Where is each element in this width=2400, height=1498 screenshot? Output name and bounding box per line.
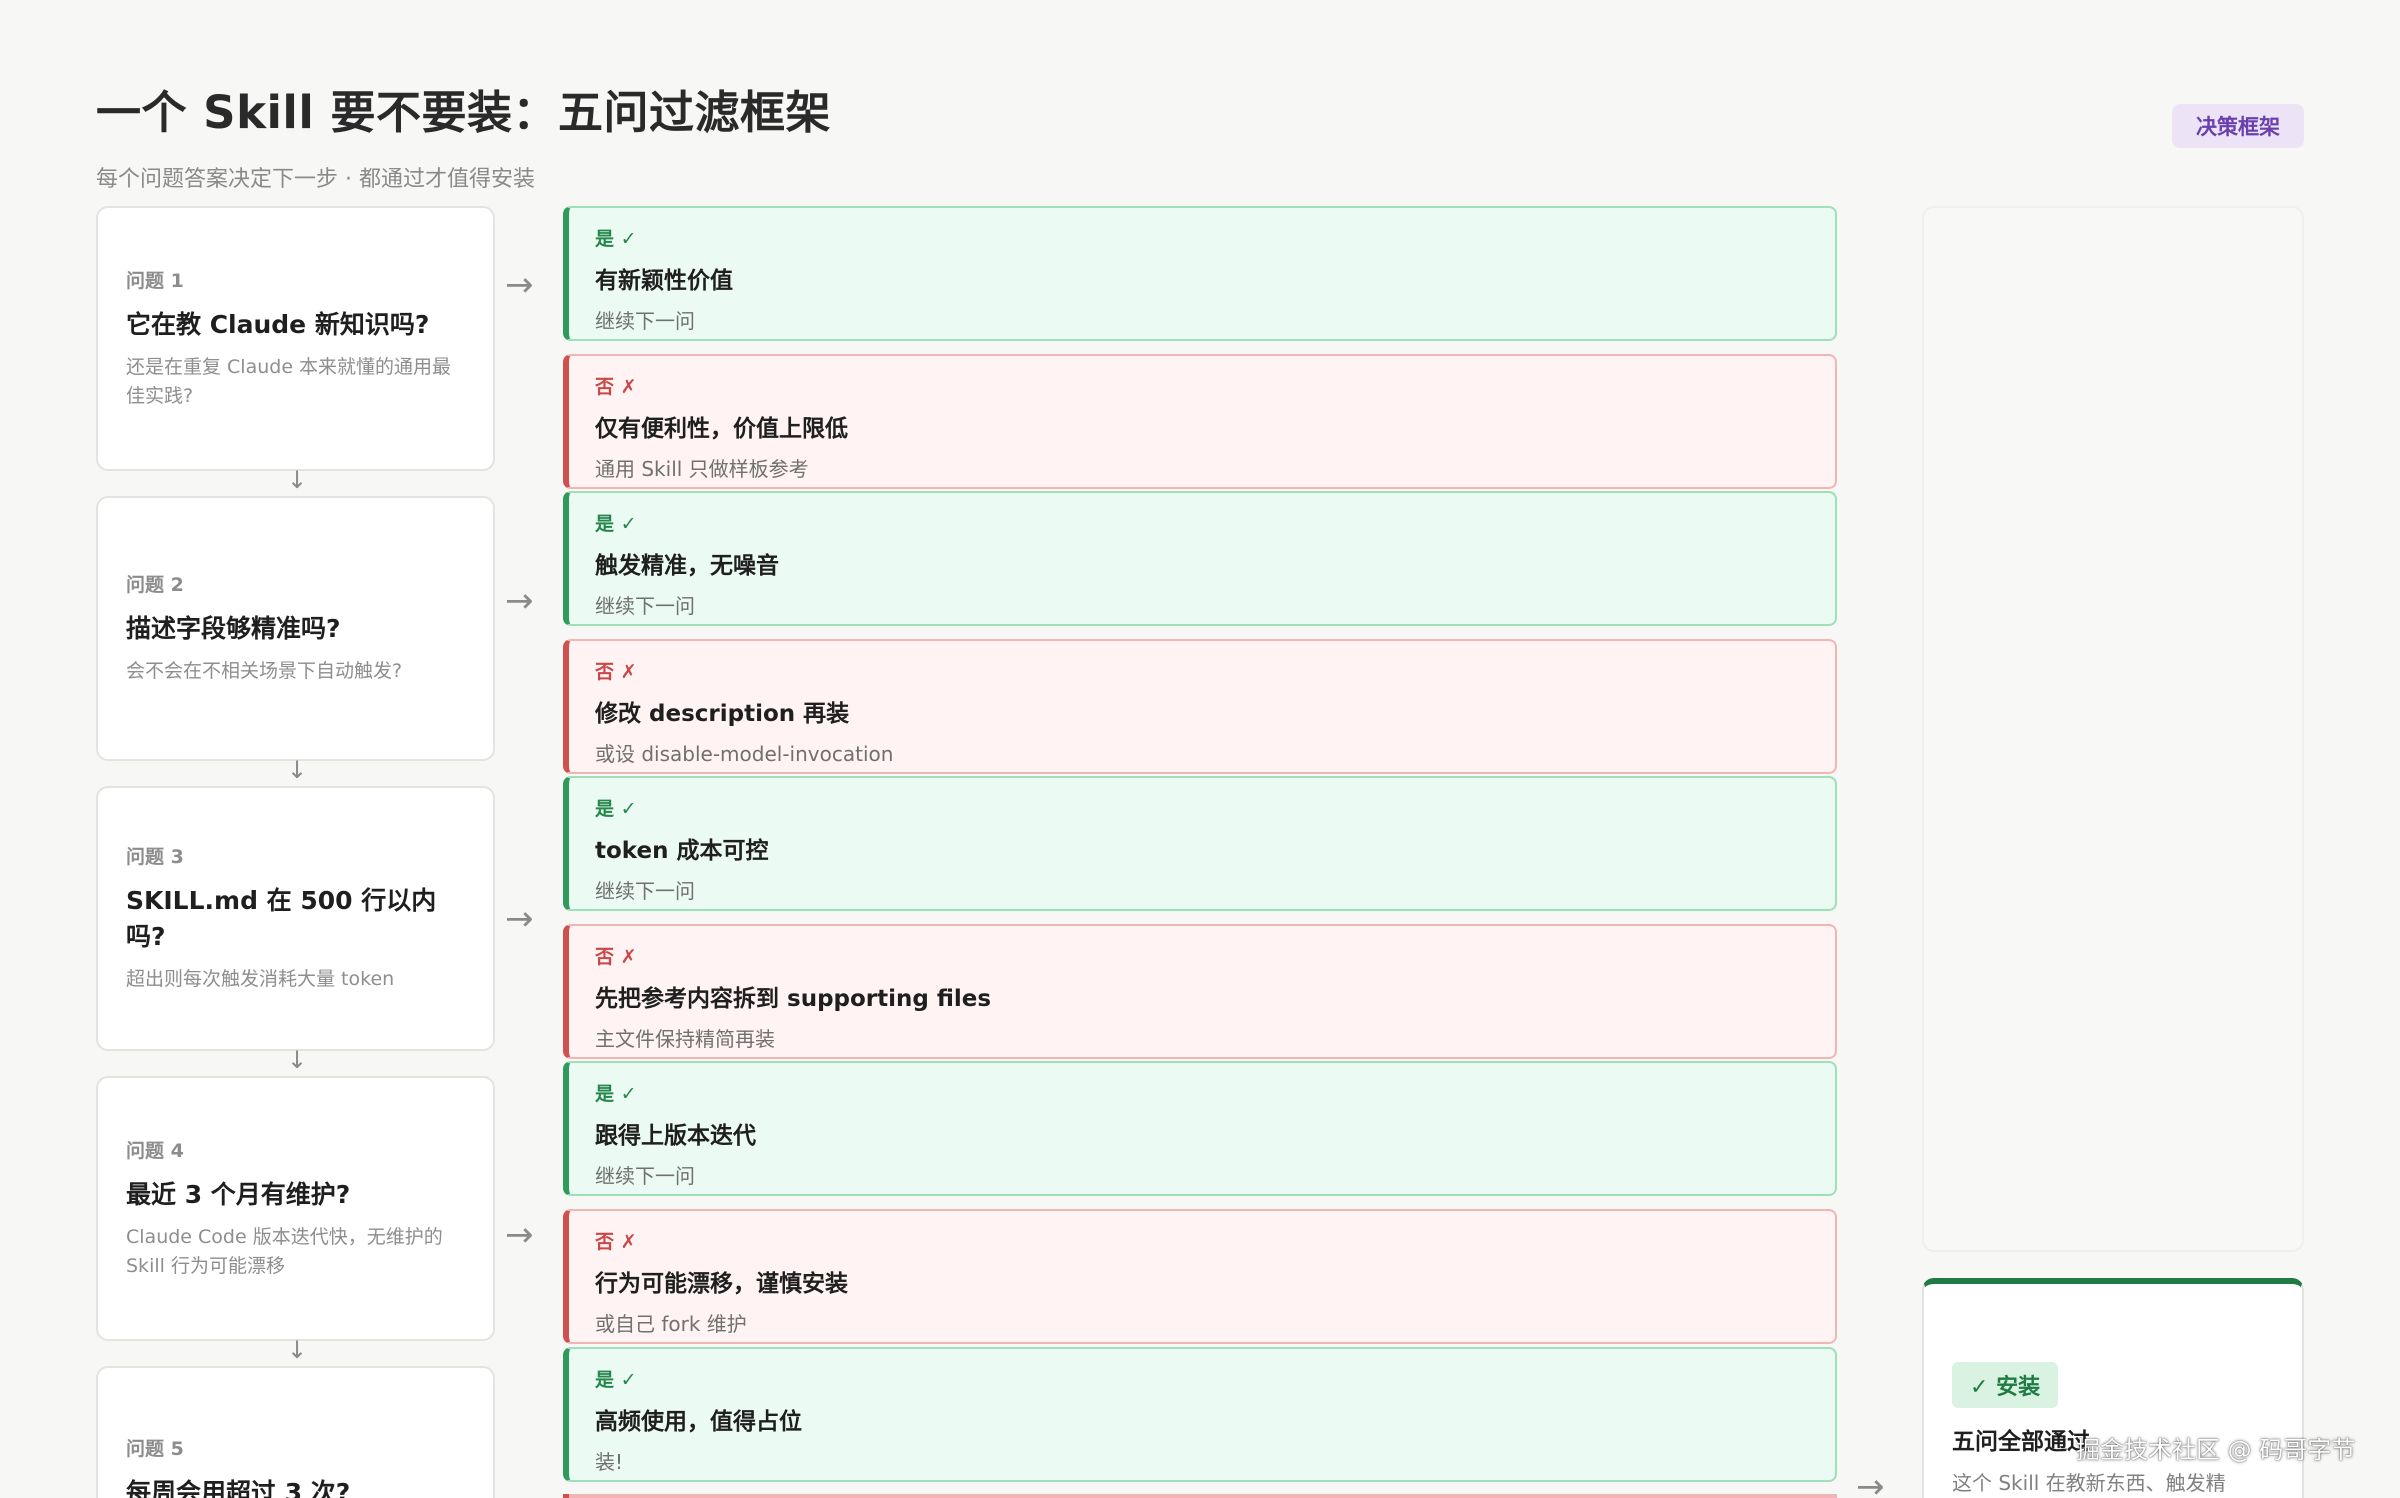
right-arrow-icon: →: [505, 899, 534, 939]
answer-title: 触发精准，无噪音: [595, 553, 779, 579]
answer-desc: 继续下一问: [595, 879, 695, 903]
answer-title: 先把参考内容拆到 supporting files: [595, 986, 992, 1012]
question-card-4: 问题 4 最近 3 个月有维护? Claude Code 版本迭代快，无维护的 …: [96, 1076, 495, 1341]
right-arrow-icon: →: [505, 265, 534, 305]
answer-title: token 成本可控: [595, 838, 769, 864]
answer-label: 否 ✗: [595, 661, 637, 683]
question-title: SKILL.md 在 500 行以内吗?: [126, 886, 437, 952]
question-label: 问题 5: [126, 1438, 184, 1460]
answer-desc: 通用 Skill 只做样板参考: [595, 457, 809, 481]
question-desc: 超出则每次触发消耗大量 token: [126, 968, 395, 991]
down-arrow-icon: ↓: [286, 756, 308, 784]
answer-title: 高频使用，值得占位: [595, 1409, 802, 1435]
answer-label: 是 ✓: [595, 1083, 637, 1105]
answer-label: 是 ✓: [595, 228, 637, 250]
answer-card-yes: 是 ✓ token 成本可控 继续下一问: [563, 776, 1837, 911]
question-label: 问题 3: [126, 846, 184, 869]
question-label: 问题 4: [126, 1139, 184, 1162]
answer-desc: 继续下一问: [595, 594, 695, 618]
down-arrow-icon: ↓: [286, 1046, 308, 1074]
side-panel: [1922, 206, 2304, 1252]
question-card-3: 问题 3 SKILL.md 在 500 行以内吗? 超出则每次触发消耗大量 to…: [96, 786, 495, 1051]
right-arrow-icon: →: [505, 581, 534, 621]
answer-label: 是 ✓: [595, 513, 637, 535]
answer-card-no-edge: [563, 1494, 1837, 1498]
answer-label: 否 ✗: [595, 376, 637, 398]
question-card-2: 问题 2 描述字段够精准吗? 会不会在不相关场景下自动触发?: [96, 496, 495, 761]
answer-title: 行为可能漂移，谨慎安装: [595, 1271, 848, 1297]
watermark: 掘金技术社区 @ 码哥字节: [2076, 1436, 2356, 1464]
right-arrow-icon: →: [1856, 1467, 1885, 1498]
page-header: 一个 Skill 要不要装：五问过滤框架 每个问题答案决定下一步 · 都通过才值…: [96, 76, 831, 193]
page-subtitle: 每个问题答案决定下一步 · 都通过才值得安装: [96, 167, 535, 192]
answer-card-no: 否 ✗ 仅有便利性，价值上限低 通用 Skill 只做样板参考: [563, 354, 1837, 489]
question-desc: 会不会在不相关场景下自动触发?: [126, 660, 403, 683]
question-desc: 还是在重复 Claude 本来就懂的通用最佳实践?: [126, 355, 452, 407]
answer-card-yes: 是 ✓ 触发精准，无噪音 继续下一问: [563, 491, 1837, 626]
question-title: 它在教 Claude 新知识吗?: [126, 309, 430, 339]
question-desc: Claude Code 版本迭代快，无维护的 Skill 行为可能漂移: [126, 1225, 443, 1277]
right-arrow-icon: →: [505, 1215, 534, 1255]
answer-label: 是 ✓: [595, 798, 637, 820]
answer-title: 修改 description 再装: [595, 701, 850, 727]
down-arrow-icon: ↓: [286, 1336, 308, 1364]
answer-card-yes: 是 ✓ 跟得上版本迭代 继续下一问: [563, 1061, 1837, 1196]
question-title: 描述字段够精准吗?: [126, 614, 341, 644]
answer-desc: 装!: [595, 1450, 624, 1474]
answer-card-yes: 是 ✓ 有新颖性价值 继续下一问: [563, 206, 1837, 341]
answer-card-yes: 是 ✓ 高频使用，值得占位 装!: [563, 1347, 1837, 1482]
question-label: 问题 1: [126, 269, 184, 292]
answer-title: 跟得上版本迭代: [595, 1123, 756, 1149]
answer-card-no: 否 ✗ 先把参考内容拆到 supporting files 主文件保持精简再装: [563, 924, 1837, 1059]
install-badge: ✓ 安装: [1952, 1362, 2059, 1408]
answer-desc: 主文件保持精简再装: [595, 1027, 775, 1051]
answer-label: 是 ✓: [595, 1369, 637, 1391]
framework-tag: 决策框架: [2172, 104, 2304, 148]
question-card-1: 问题 1 它在教 Claude 新知识吗? 还是在重复 Claude 本来就懂的…: [96, 206, 495, 471]
answer-title: 仅有便利性，价值上限低: [595, 416, 848, 442]
answer-card-no: 否 ✗ 行为可能漂移，谨慎安装 或自己 fork 维护: [563, 1209, 1837, 1344]
question-card-5: 问题 5 每周会用超过 3 次?: [96, 1366, 495, 1498]
answer-desc: 或设 disable-model-invocation: [595, 742, 894, 766]
answer-label: 否 ✗: [595, 1231, 637, 1253]
down-arrow-icon: ↓: [286, 466, 308, 494]
answer-desc: 继续下一问: [595, 1164, 695, 1188]
answer-desc: 或自己 fork 维护: [595, 1312, 747, 1336]
install-card: ✓ 安装 五问全部通过 这个 Skill 在教新东西、触发精准……: [1922, 1278, 2304, 1498]
question-title: 每周会用超过 3 次?: [126, 1478, 351, 1498]
question-title: 最近 3 个月有维护?: [126, 1179, 351, 1209]
install-desc: 这个 Skill 在教新东西、触发精准……: [1952, 1471, 2226, 1495]
question-label: 问题 2: [126, 574, 184, 597]
answer-label: 否 ✗: [595, 946, 637, 968]
answer-card-no: 否 ✗ 修改 description 再装 或设 disable-model-i…: [563, 639, 1837, 774]
page-title: 一个 Skill 要不要装：五问过滤框架: [96, 86, 831, 139]
answer-desc: 继续下一问: [595, 309, 695, 333]
answer-title: 有新颖性价值: [595, 268, 733, 294]
